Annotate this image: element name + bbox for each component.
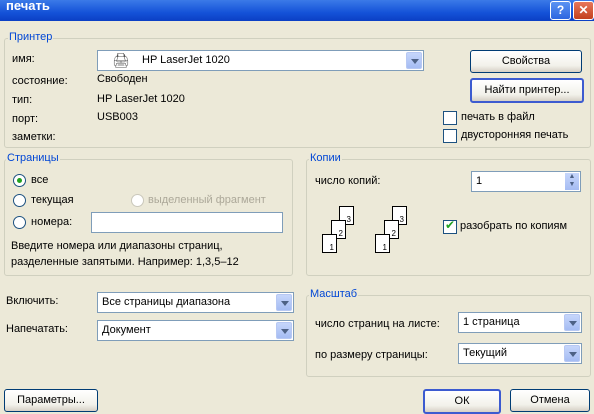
find-printer-button[interactable]: Найти принтер...: [470, 78, 584, 103]
zoom-group: [306, 295, 591, 377]
copy-page-icon: 1: [375, 234, 390, 253]
pages-hint-line1: Введите номера или диапазоны страниц,: [11, 240, 223, 252]
print-to-file-label: печать в файл: [461, 111, 535, 123]
properties-button[interactable]: Свойства: [470, 50, 582, 73]
ok-button[interactable]: ОК: [423, 389, 501, 414]
print-to-file-checkbox[interactable]: [443, 111, 457, 125]
print-what-select[interactable]: Документ: [97, 320, 294, 341]
pages-numbers-radio[interactable]: [13, 216, 26, 229]
collate-checkbox[interactable]: [443, 218, 457, 234]
window-title: печать: [6, 0, 50, 13]
printer-status-value: Свободен: [97, 73, 148, 85]
print-what-label: Напечатать:: [6, 323, 68, 335]
options-button[interactable]: Параметры...: [4, 389, 98, 412]
print-what-value: Документ: [102, 324, 151, 336]
spinner-arrows-icon[interactable]: ▲ ▼: [565, 173, 579, 190]
copies-count-label: число копий:: [315, 175, 381, 187]
pages-current-label: текущая: [31, 194, 74, 206]
cancel-button[interactable]: Отмена: [510, 389, 590, 412]
chevron-down-icon: [276, 294, 292, 311]
copies-count-value: 1: [476, 175, 483, 187]
include-select[interactable]: Все страницы диапазона: [97, 292, 294, 313]
copies-count-spinner[interactable]: 1 ▲ ▼: [471, 171, 581, 192]
pages-hint-line2: разделенные запятыми. Например: 1,3,5–12: [11, 256, 239, 268]
pages-per-sheet-label: число страниц на листе:: [315, 318, 440, 330]
pages-selection-radio[interactable]: [131, 194, 144, 207]
pages-numbers-label: номера:: [31, 216, 73, 228]
duplex-checkbox[interactable]: [443, 129, 457, 143]
chevron-down-icon: [564, 345, 580, 362]
close-icon: ✕: [578, 3, 589, 17]
chevron-down-icon: [406, 52, 422, 69]
zoom-legend: Масштаб: [309, 288, 359, 300]
page-numbers-input[interactable]: [91, 212, 283, 233]
chevron-down-icon: [276, 322, 292, 339]
include-value: Все страницы диапазона: [102, 296, 231, 308]
printer-status-label: состояние:: [12, 75, 68, 87]
pages-all-radio[interactable]: [13, 174, 26, 187]
copies-legend: Копии: [309, 152, 342, 164]
printer-name-label: имя:: [12, 53, 35, 65]
pages-legend: Страницы: [6, 152, 60, 164]
copy-page-icon: 1: [322, 234, 337, 253]
scale-value: Текущий: [463, 347, 507, 359]
printer-notes-label: заметки:: [12, 131, 56, 143]
printer-name-value: HP LaserJet 1020: [142, 54, 230, 66]
close-button[interactable]: ✕: [573, 1, 594, 20]
printer-legend: Принтер: [8, 31, 54, 43]
scale-select[interactable]: Текущий: [458, 343, 582, 364]
help-button[interactable]: ?: [550, 1, 571, 20]
pages-per-sheet-value: 1 страница: [463, 316, 520, 328]
printer-type-value: HP LaserJet 1020: [97, 93, 185, 105]
pages-selection-label: выделенный фрагмент: [148, 194, 266, 206]
collate-label: разобрать по копиям: [460, 220, 568, 232]
printer-type-label: тип:: [12, 94, 33, 106]
printer-port-value: USB003: [97, 111, 138, 123]
printer-name-select[interactable]: 🖨 HP LaserJet 1020: [97, 50, 424, 71]
pages-all-label: все: [31, 174, 49, 186]
chevron-down-icon: [564, 314, 580, 331]
pages-per-sheet-select[interactable]: 1 страница: [458, 312, 582, 333]
printer-port-label: порт:: [12, 113, 39, 125]
scale-label: по размеру страницы:: [315, 349, 428, 361]
title-bar: печать ? ✕: [0, 0, 594, 21]
printer-icon: 🖨: [112, 52, 130, 68]
duplex-label: двусторонняя печать: [461, 129, 569, 141]
help-icon: ?: [556, 3, 565, 17]
pages-current-radio[interactable]: [13, 194, 26, 207]
include-label: Включить:: [6, 295, 59, 307]
